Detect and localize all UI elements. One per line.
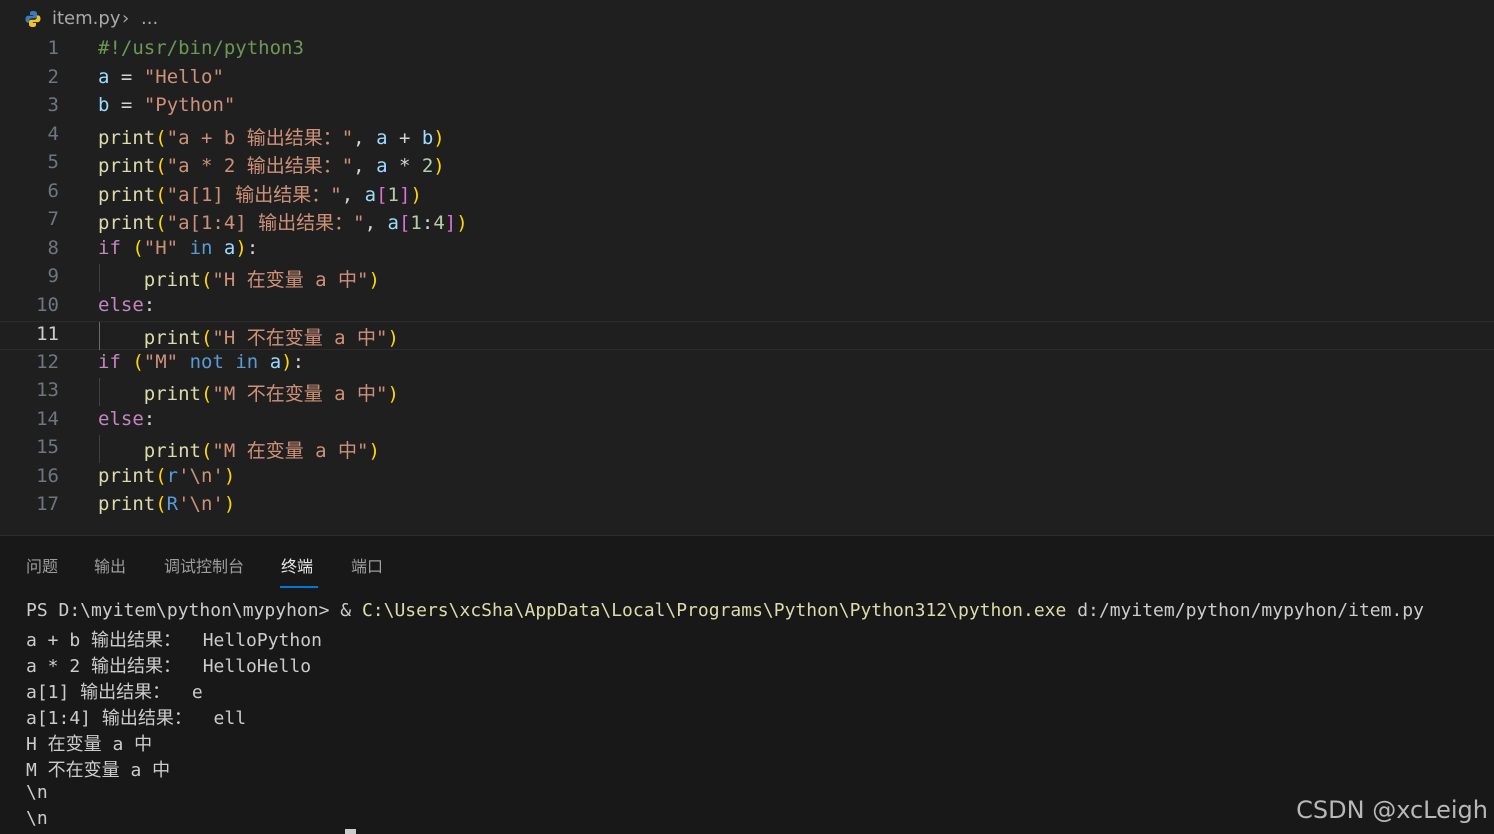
tab-problems[interactable]: 问题 — [26, 553, 58, 577]
code-text: print("H 不在变量 a 中") — [143, 327, 399, 349]
code-text: a = "Hello" — [98, 65, 224, 88]
terminal-line: a + b 输出结果： HelloPython — [26, 630, 322, 651]
tab-debug-console[interactable]: 调试控制台 — [164, 553, 244, 577]
panel-tabs: 问题 输出 调试控制台 终端 端口 — [0, 546, 1494, 588]
breadcrumb-file[interactable]: item.py — [52, 8, 120, 29]
code-text: print("a * 2 输出结果：", a * 2) — [98, 155, 445, 177]
code-text: print("M 不在变量 a 中") — [143, 383, 399, 405]
code-line[interactable]: 16 print(r'\n') — [0, 464, 1494, 493]
terminal-line: \n — [26, 782, 48, 803]
line-number: 6 — [47, 179, 59, 202]
terminal-line: a * 2 输出结果： HelloHello — [26, 656, 312, 677]
terminal-line: M 不在变量 a 中 — [26, 760, 171, 781]
code-line[interactable]: 4 print("a + b 输出结果：", a + b) — [0, 122, 1494, 151]
code-line[interactable]: 7 print("a[1:4] 输出结果：", a[1:4]) — [0, 207, 1494, 236]
code-text: print("a + b 输出结果：", a + b) — [98, 126, 445, 149]
breadcrumb-separator: › — [122, 8, 130, 29]
tab-terminal[interactable]: 终端 — [281, 553, 313, 577]
line-number: 2 — [47, 65, 59, 88]
line-number: 3 — [47, 94, 59, 116]
line-number: 8 — [47, 236, 59, 259]
line-number: 13 — [36, 379, 59, 401]
code-text: print("H 在变量 a 中") — [143, 269, 380, 291]
terminal-prompt: PS D:\myitem\python\mypyhon> & — [26, 600, 362, 621]
terminal-cursor — [345, 829, 356, 834]
code-line[interactable]: 2 a = "Hello" — [0, 65, 1494, 94]
python-file-icon — [25, 11, 41, 27]
breadcrumb-more[interactable]: ... — [141, 8, 158, 29]
code-line-active[interactable]: 11 print("H 不在变量 a 中") — [0, 321, 1494, 350]
bottom-panel: 问题 输出 调试控制台 终端 端口 PS D:\myitem\python\my… — [0, 536, 1494, 834]
active-tab-indicator — [280, 586, 318, 588]
line-number: 15 — [36, 436, 59, 458]
code-text: b = "Python" — [98, 94, 236, 116]
code-line[interactable]: 3 b = "Python" — [0, 93, 1494, 122]
code-line[interactable]: 12 if ("M" not in a): — [0, 350, 1494, 379]
code-line[interactable]: 1 #!/usr/bin/python3 — [0, 36, 1494, 65]
code-line[interactable]: 13 print("M 不在变量 a 中") — [0, 378, 1494, 407]
line-number: 7 — [47, 208, 59, 230]
terminal-line: H 在变量 a 中 — [26, 734, 153, 755]
tab-output[interactable]: 输出 — [94, 553, 126, 577]
terminal-line: a[1:4] 输出结果： ell — [26, 708, 247, 729]
code-line[interactable]: 10 else: — [0, 293, 1494, 322]
code-editor[interactable]: 1 #!/usr/bin/python3 2 a = "Hello" 3 b =… — [0, 36, 1494, 534]
code-text: print("a[1] 输出结果：", a[1]) — [98, 183, 422, 206]
code-text: print("a[1:4] 输出结果：", a[1:4]) — [98, 212, 468, 234]
code-text: print(r'\n') — [98, 464, 236, 487]
line-number: 16 — [36, 464, 59, 487]
code-text: #!/usr/bin/python3 — [98, 37, 304, 59]
code-line[interactable]: 17 print(R'\n') — [0, 492, 1494, 521]
terminal-line: a[1] 输出结果： e — [26, 682, 203, 703]
terminal-command-line: PS D:\myitem\python\mypyhon> & C:\Users\… — [26, 600, 1424, 626]
line-number: 1 — [47, 37, 59, 59]
line-number: 17 — [36, 493, 59, 515]
code-text: else: — [98, 293, 156, 316]
code-line[interactable]: 8 if ("H" in a): — [0, 236, 1494, 265]
code-line[interactable]: 9 print("H 在变量 a 中") — [0, 264, 1494, 293]
breadcrumb: item.py › ... — [0, 0, 1494, 38]
code-text: else: — [98, 407, 156, 430]
code-line[interactable]: 6 print("a[1] 输出结果：", a[1]) — [0, 179, 1494, 208]
line-number: 4 — [47, 122, 59, 145]
code-text: if ("M" not in a): — [98, 350, 305, 373]
code-text: if ("H" in a): — [98, 236, 259, 259]
terminal-args: d:/myitem/python/mypyhon/item.py — [1066, 600, 1424, 621]
line-number: 14 — [36, 407, 59, 430]
code-text: print("M 在变量 a 中") — [143, 440, 380, 462]
terminal-command: C:\Users\xcSha\AppData\Local\Programs\Py… — [361, 600, 1067, 621]
line-number: 5 — [47, 151, 59, 173]
line-number: 10 — [36, 293, 59, 316]
code-text: print(R'\n') — [98, 493, 236, 515]
terminal-line: \n — [26, 808, 48, 829]
line-number: 9 — [47, 265, 59, 287]
line-number: 12 — [36, 350, 59, 373]
tab-ports[interactable]: 端口 — [351, 553, 383, 577]
code-line[interactable]: 5 print("a * 2 输出结果：", a * 2) — [0, 150, 1494, 179]
code-line[interactable]: 14 else: — [0, 407, 1494, 436]
code-line[interactable]: 15 print("M 在变量 a 中") — [0, 435, 1494, 464]
line-number: 11 — [36, 323, 59, 345]
watermark: CSDN @xcLeigh — [1296, 796, 1488, 824]
